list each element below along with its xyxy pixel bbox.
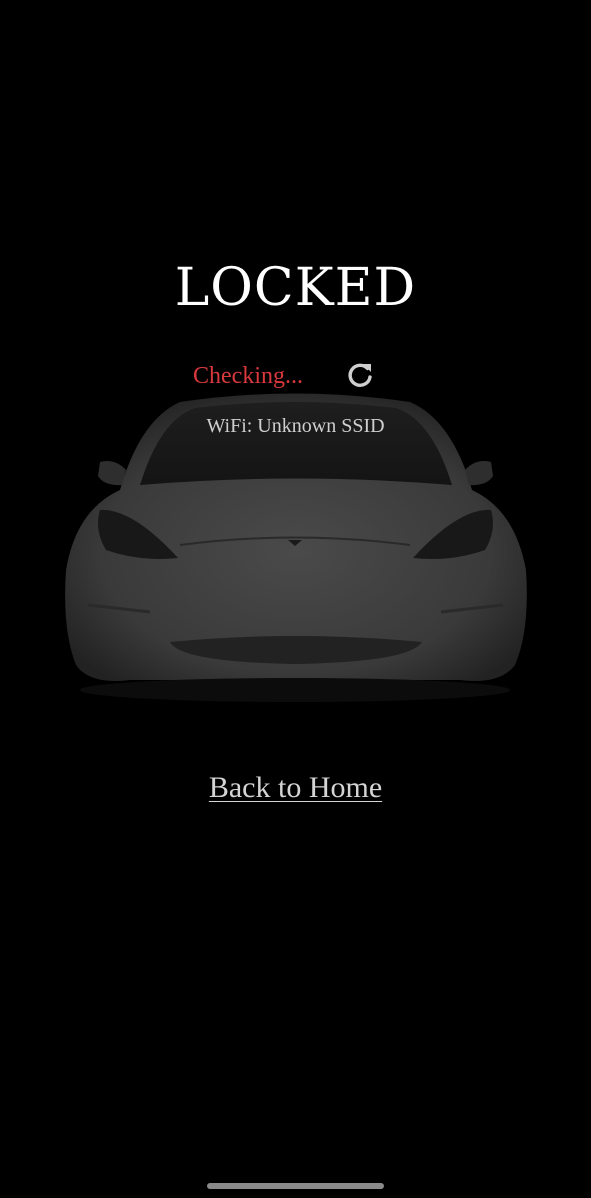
lock-status-screen: LOCKED Checking... WiFi: Unknown SSID Ba… — [0, 0, 591, 1198]
status-check-row: Checking... — [0, 358, 591, 394]
back-to-home-link[interactable]: Back to Home — [209, 771, 382, 804]
home-indicator-bar[interactable] — [207, 1183, 384, 1189]
refresh-button[interactable] — [343, 358, 377, 392]
wifi-status-text: WiFi: Unknown SSID — [206, 415, 385, 437]
checking-status-text: Checking... — [193, 363, 303, 389]
back-home-container: Back to Home — [0, 768, 591, 808]
lock-status-title: LOCKED — [174, 258, 417, 318]
refresh-icon — [348, 363, 372, 387]
